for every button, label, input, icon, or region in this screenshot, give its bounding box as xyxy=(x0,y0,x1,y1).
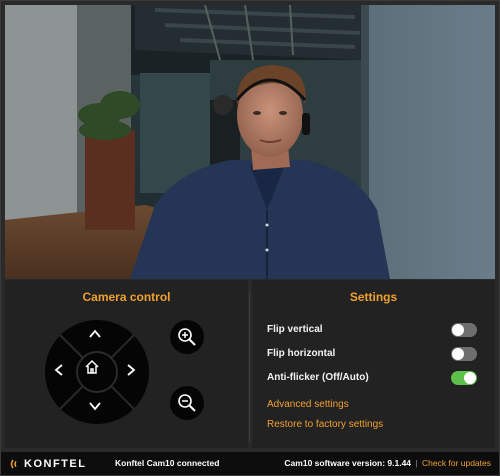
zoom-out-button[interactable] xyxy=(170,386,204,420)
chevron-right-icon xyxy=(127,364,136,376)
software-version: Cam10 software version: 9.1.44 xyxy=(284,458,412,468)
flip-horizontal-row: Flip horizontal xyxy=(267,347,477,363)
zoom-out-icon xyxy=(178,394,196,412)
flip-vertical-toggle[interactable] xyxy=(451,323,477,337)
tilt-up-button[interactable] xyxy=(87,326,107,346)
flip-horizontal-label: Flip horizontal xyxy=(267,348,336,359)
flip-horizontal-toggle[interactable] xyxy=(451,347,477,361)
status-bar: KONFTEL Konftel Cam10 connected Cam10 so… xyxy=(1,452,499,475)
settings-title: Settings xyxy=(349,290,398,304)
connection-status: Konftel Cam10 connected xyxy=(115,458,220,468)
anti-flicker-row: Anti-flicker (Off/Auto) xyxy=(267,371,477,387)
sound-wave-icon xyxy=(10,459,17,468)
anti-flicker-toggle[interactable] xyxy=(451,371,477,385)
pan-left-button[interactable] xyxy=(51,362,71,382)
konftel-logo: KONFTEL xyxy=(9,457,86,470)
tilt-down-button[interactable] xyxy=(87,398,107,418)
chevron-down-icon xyxy=(89,402,101,411)
version-info: Cam10 software version: 9.1.44 | Check f… xyxy=(284,458,491,468)
flip-vertical-row: Flip vertical xyxy=(267,323,477,339)
toggle-knob xyxy=(452,324,464,336)
camera-preview xyxy=(5,5,495,279)
toggle-knob xyxy=(464,372,476,384)
camera-control-title: Camera control xyxy=(82,290,171,304)
toggle-knob xyxy=(452,348,464,360)
settings-panel: Settings Flip vertical Flip horizontal A… xyxy=(252,280,495,448)
logo-text: KONFTEL xyxy=(24,457,87,470)
pan-right-button[interactable] xyxy=(123,362,143,382)
check-for-updates-link[interactable]: Check for updates xyxy=(422,458,491,468)
panel-divider xyxy=(249,292,250,442)
pan-tilt-pad xyxy=(45,320,149,424)
anti-flicker-label: Anti-flicker (Off/Auto) xyxy=(267,372,369,383)
advanced-settings-link[interactable]: Advanced settings xyxy=(267,399,349,410)
camera-control-panel: Camera control xyxy=(5,280,248,448)
zoom-in-button[interactable] xyxy=(170,320,204,354)
chevron-up-icon xyxy=(89,329,101,338)
flip-vertical-label: Flip vertical xyxy=(267,324,323,335)
chevron-left-icon xyxy=(54,364,63,376)
separator: | xyxy=(415,458,418,468)
restore-factory-settings-link[interactable]: Restore to factory settings xyxy=(267,419,383,430)
home-position-button[interactable] xyxy=(83,358,111,386)
home-icon xyxy=(85,359,99,374)
zoom-in-icon xyxy=(178,328,196,346)
